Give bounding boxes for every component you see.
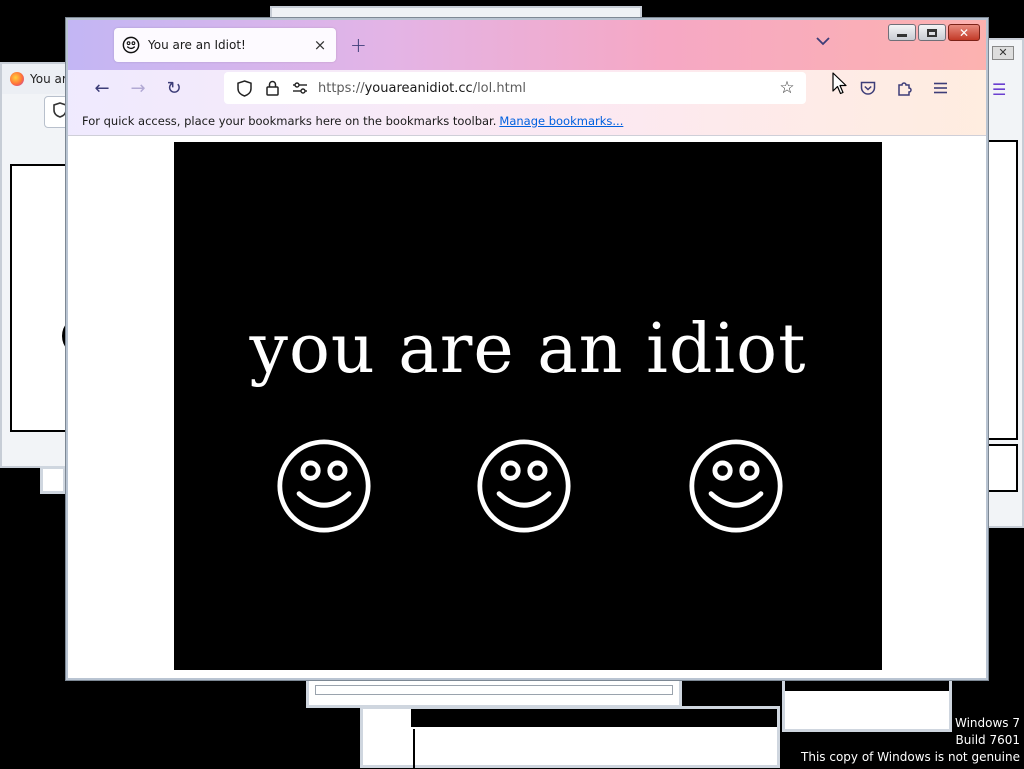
pocket-icon: [860, 81, 876, 95]
back-button[interactable]: ←: [84, 73, 120, 103]
browser-chrome: You are an Idiot! × + ✕ ← → ↻ https://yo…: [68, 20, 986, 136]
background-tab[interactable]: You ar: [2, 64, 68, 94]
pocket-button[interactable]: [852, 73, 884, 103]
manage-bookmarks-link[interactable]: Manage bookmarks...: [499, 114, 623, 128]
page-viewport[interactable]: you are an idiot: [68, 136, 986, 678]
url-host: youareanidiot.cc: [364, 80, 473, 96]
lock-icon[interactable]: [260, 76, 284, 100]
url-scheme: https://: [318, 80, 365, 96]
reload-button[interactable]: ↻: [156, 73, 192, 103]
close-icon: ✕: [958, 25, 970, 40]
background-window-left[interactable]: You ar: [0, 62, 104, 468]
chevron-down-icon: [816, 37, 830, 46]
smiley-icon: [689, 439, 783, 533]
navigation-toolbar: ← → ↻ https://youareanidiot.cc/lol.html …: [68, 70, 986, 106]
background-page-content: [988, 140, 1018, 440]
app-menu-button[interactable]: [924, 73, 956, 103]
background-window-bottom: [306, 678, 682, 708]
watermark-build: Build 7601: [955, 733, 1020, 747]
background-page-content: [10, 164, 102, 432]
tab-title: You are an Idiot!: [148, 38, 246, 52]
tab-bar: You are an Idiot! × + ✕: [68, 20, 986, 70]
background-page-content: [988, 444, 1018, 492]
maximize-button[interactable]: [918, 24, 946, 41]
permissions-icon[interactable]: [288, 76, 312, 100]
page-headline: you are an idiot: [249, 310, 807, 389]
watermark-genuine-notice: This copy of Windows is not genuine: [801, 750, 1020, 764]
minimize-button[interactable]: [888, 24, 916, 41]
maximize-icon: [927, 28, 937, 37]
forward-button[interactable]: →: [120, 73, 156, 103]
url-path: /lol.html: [472, 80, 526, 96]
toolbar-right: [852, 73, 956, 103]
new-tab-button[interactable]: +: [350, 33, 367, 57]
close-window-button[interactable]: ✕: [948, 24, 980, 41]
bookmark-star-icon[interactable]: ☆: [774, 78, 800, 98]
page-stage[interactable]: you are an idiot: [174, 142, 882, 670]
shield-icon: [53, 102, 67, 122]
puzzle-icon: [898, 82, 912, 96]
tab-close-icon[interactable]: ×: [312, 36, 328, 54]
extensions-button[interactable]: [888, 73, 920, 103]
hamburger-menu-icon: [933, 82, 947, 94]
windows-watermark: Windows 7 Build 7601 This copy of Window…: [801, 715, 1020, 766]
list-all-tabs-button[interactable]: [816, 34, 830, 50]
menu-icon[interactable]: ☰: [992, 80, 1006, 99]
browser-window: You are an Idiot! × + ✕ ← → ↻ https://yo…: [66, 18, 988, 680]
minimize-icon: [897, 34, 907, 37]
url-text[interactable]: https://youareanidiot.cc/lol.html: [318, 81, 774, 96]
tab-you-are-an-idiot[interactable]: You are an Idiot! ×: [114, 28, 336, 62]
address-bar[interactable]: https://youareanidiot.cc/lol.html ☆: [224, 72, 806, 104]
background-window-bottom: [360, 706, 780, 769]
background-tab-label: You ar: [30, 72, 67, 86]
close-icon[interactable]: ✕: [992, 46, 1014, 60]
watermark-os-name: Windows 7: [954, 716, 1020, 730]
smiley-icon: [122, 36, 140, 54]
shield-icon[interactable]: [232, 76, 256, 100]
background-window-right[interactable]: ✕ ☰: [986, 38, 1024, 528]
smiley-icon: [477, 439, 571, 533]
window-controls: ✕: [888, 24, 980, 41]
background-window-fragment: [40, 466, 66, 494]
bookmarks-toolbar: For quick access, place your bookmarks h…: [68, 106, 986, 136]
smiley-icon: [277, 439, 371, 533]
firefox-icon: [10, 72, 24, 86]
bookmarks-toolbar-message: For quick access, place your bookmarks h…: [82, 113, 497, 128]
